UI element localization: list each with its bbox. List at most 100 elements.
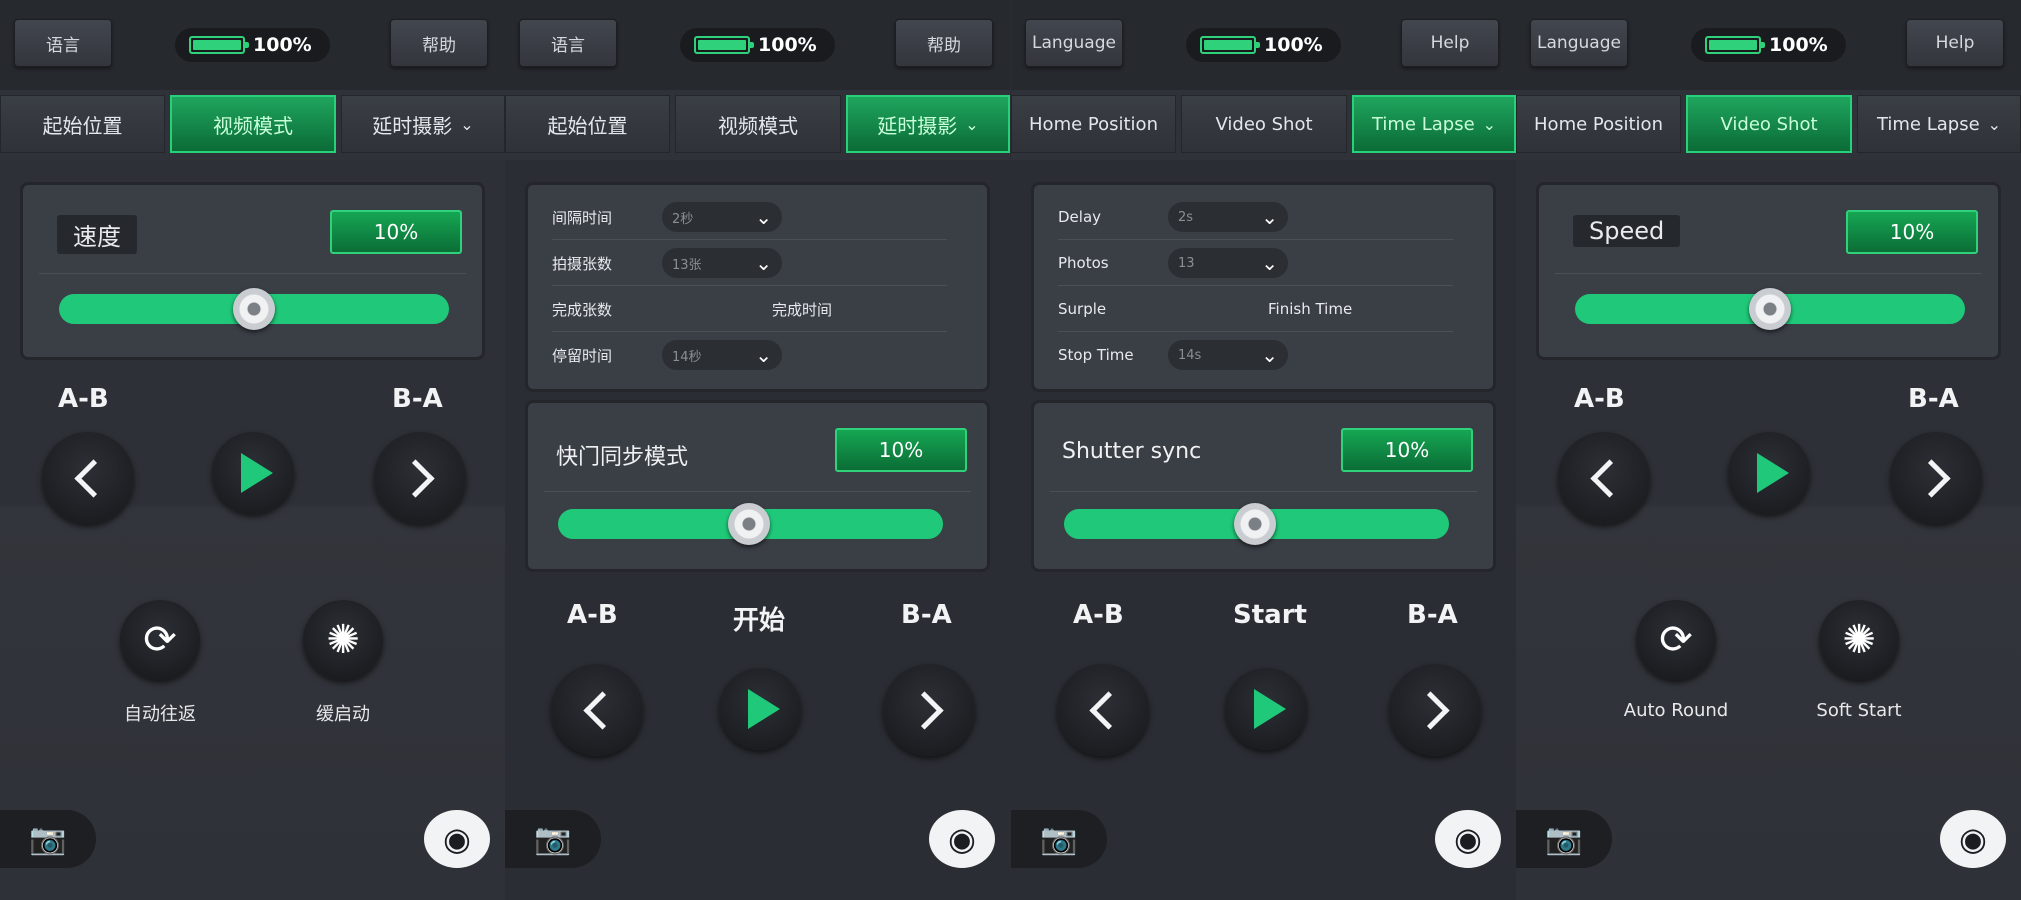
panel-time-lapse-cn: 语言 100% 帮助 起始位置 视频模式 延时摄影 ⌄ 间隔时间 2秒 ⌄ 拍摄张数… bbox=[505, 0, 1010, 900]
ab-button[interactable] bbox=[551, 664, 643, 756]
language-button[interactable]: Language bbox=[1025, 19, 1123, 67]
tab-time-lapse[interactable]: Time Lapse ⌄ bbox=[1857, 95, 2021, 153]
sync-slider-knob[interactable] bbox=[1234, 503, 1276, 545]
tab-home-position[interactable]: 起始位置 bbox=[505, 95, 670, 153]
ba-button[interactable] bbox=[1890, 432, 1982, 524]
divider bbox=[1555, 273, 1982, 274]
help-button[interactable]: Help bbox=[1401, 19, 1499, 67]
shutter-button[interactable]: ◉ bbox=[929, 810, 995, 868]
mode-tabs: 起始位置 视频模式 延时摄影 ⌄ bbox=[505, 90, 1010, 160]
tab-video-mode[interactable]: 视频模式 bbox=[170, 95, 336, 153]
start-button[interactable] bbox=[1225, 668, 1307, 750]
sync-slider-knob[interactable] bbox=[728, 503, 770, 545]
battery-indicator: 100% bbox=[1186, 28, 1341, 62]
done-label: 完成张数 bbox=[552, 300, 613, 319]
stop-select[interactable]: 14秒 ⌄ bbox=[662, 340, 782, 370]
ba-label: B-A bbox=[1407, 600, 1458, 630]
battery-indicator: 100% bbox=[175, 28, 330, 62]
play-icon bbox=[1254, 689, 1286, 729]
tab-time-lapse[interactable]: 延时摄影 ⌄ bbox=[341, 95, 505, 153]
camera-button[interactable]: 📷 bbox=[0, 810, 96, 868]
soft-start-button[interactable]: ✺ bbox=[303, 600, 383, 680]
finish-time-label: Finish Time bbox=[1268, 300, 1353, 318]
interval-select[interactable]: 2秒 ⌄ bbox=[662, 202, 782, 232]
photos-select[interactable]: 13 ⌄ bbox=[1168, 248, 1288, 278]
shutter-icon: ◉ bbox=[1959, 820, 1987, 858]
camera-button[interactable]: 📷 bbox=[1011, 810, 1107, 868]
divider bbox=[544, 491, 971, 492]
divider bbox=[552, 331, 947, 332]
speed-value[interactable]: 10% bbox=[1846, 210, 1978, 254]
auto-round-label: Auto Round bbox=[1623, 700, 1729, 721]
speed-card: 速度 10% bbox=[20, 182, 485, 360]
speed-slider-knob[interactable] bbox=[1749, 288, 1791, 330]
chevron-down-icon: ⌄ bbox=[1261, 343, 1278, 367]
language-button[interactable]: Language bbox=[1530, 19, 1628, 67]
battery-icon bbox=[189, 36, 249, 54]
language-button[interactable]: 语言 bbox=[519, 19, 617, 67]
tab-home-position[interactable]: 起始位置 bbox=[0, 95, 165, 153]
chevron-down-icon: ⌄ bbox=[755, 343, 772, 367]
tab-label: 延时摄影 bbox=[372, 113, 453, 138]
shutter-sync-value[interactable]: 10% bbox=[1341, 428, 1473, 472]
tab-label: 视频模式 bbox=[718, 113, 798, 138]
help-button[interactable]: 帮助 bbox=[895, 19, 993, 67]
play-button[interactable] bbox=[212, 432, 294, 514]
divider bbox=[552, 239, 947, 240]
play-button[interactable] bbox=[1728, 432, 1810, 514]
language-button[interactable]: 语言 bbox=[14, 19, 112, 67]
ab-label: A-B bbox=[567, 600, 618, 630]
ab-label: A-B bbox=[58, 384, 109, 414]
stop-time-select[interactable]: 14s ⌄ bbox=[1168, 340, 1288, 370]
ba-button[interactable] bbox=[374, 432, 466, 524]
ab-button[interactable] bbox=[1558, 432, 1650, 524]
divider bbox=[1050, 491, 1477, 492]
chevron-down-icon: ⌄ bbox=[1482, 114, 1497, 134]
shutter-button[interactable]: ◉ bbox=[1940, 810, 2006, 868]
camera-icon: 📷 bbox=[1040, 821, 1078, 857]
delay-select[interactable]: 2s ⌄ bbox=[1168, 202, 1288, 232]
tab-label: 视频模式 bbox=[213, 113, 293, 138]
bottom-row: 📷 ◉ bbox=[0, 810, 505, 880]
panel-video-shot-en: Language 100% Help Home Position Video S… bbox=[1516, 0, 2021, 900]
help-button[interactable]: 帮助 bbox=[390, 19, 488, 67]
ba-label: B-A bbox=[901, 600, 952, 630]
ab-button[interactable] bbox=[42, 432, 134, 524]
help-button[interactable]: Help bbox=[1906, 19, 2004, 67]
battery-percent: 100% bbox=[1264, 34, 1323, 56]
shutter-button[interactable]: ◉ bbox=[424, 810, 490, 868]
speed-slider-knob[interactable] bbox=[233, 288, 275, 330]
stop-row: 停留时间 14秒 ⌄ bbox=[552, 335, 947, 375]
tab-video-mode[interactable]: 视频模式 bbox=[675, 95, 841, 153]
tab-home-position[interactable]: Home Position bbox=[1011, 95, 1176, 153]
chevron-left-icon bbox=[582, 690, 622, 730]
auto-round-button[interactable]: ⟳ bbox=[1636, 600, 1716, 680]
bottom-row: 📷 ◉ bbox=[505, 810, 1010, 880]
tab-video-shot[interactable]: Video Shot bbox=[1686, 95, 1852, 153]
shutter-sync-value[interactable]: 10% bbox=[835, 428, 967, 472]
speed-value[interactable]: 10% bbox=[330, 210, 462, 254]
tab-time-lapse[interactable]: 延时摄影 ⌄ bbox=[846, 95, 1010, 153]
soft-start-button[interactable]: ✺ bbox=[1819, 600, 1899, 680]
ab-button[interactable] bbox=[1057, 664, 1149, 756]
tab-label: 起始位置 bbox=[547, 113, 628, 138]
tab-time-lapse[interactable]: Time Lapse ⌄ bbox=[1352, 95, 1516, 153]
ba-button[interactable] bbox=[1389, 664, 1481, 756]
photos-select[interactable]: 13张 ⌄ bbox=[662, 248, 782, 278]
tab-video-shot[interactable]: Video Shot bbox=[1181, 95, 1347, 153]
stop-time-label: Stop Time bbox=[1058, 346, 1134, 364]
start-button[interactable] bbox=[719, 668, 801, 750]
photos-label: 拍摄张数 bbox=[552, 254, 613, 273]
ba-button[interactable] bbox=[883, 664, 975, 756]
camera-button[interactable]: 📷 bbox=[505, 810, 601, 868]
finish-label: 完成时间 bbox=[772, 300, 833, 319]
progress-row: 完成张数 完成时间 bbox=[552, 289, 947, 329]
surple-label: Surple bbox=[1058, 300, 1107, 318]
stop-label: 停留时间 bbox=[552, 346, 613, 365]
interval-row: 间隔时间 2秒 ⌄ bbox=[552, 197, 947, 237]
tab-home-position[interactable]: Home Position bbox=[1516, 95, 1681, 153]
auto-round-button[interactable]: ⟳ bbox=[120, 600, 200, 680]
photos-row: Photos 13 ⌄ bbox=[1058, 243, 1453, 283]
camera-button[interactable]: 📷 bbox=[1516, 810, 1612, 868]
shutter-button[interactable]: ◉ bbox=[1435, 810, 1501, 868]
